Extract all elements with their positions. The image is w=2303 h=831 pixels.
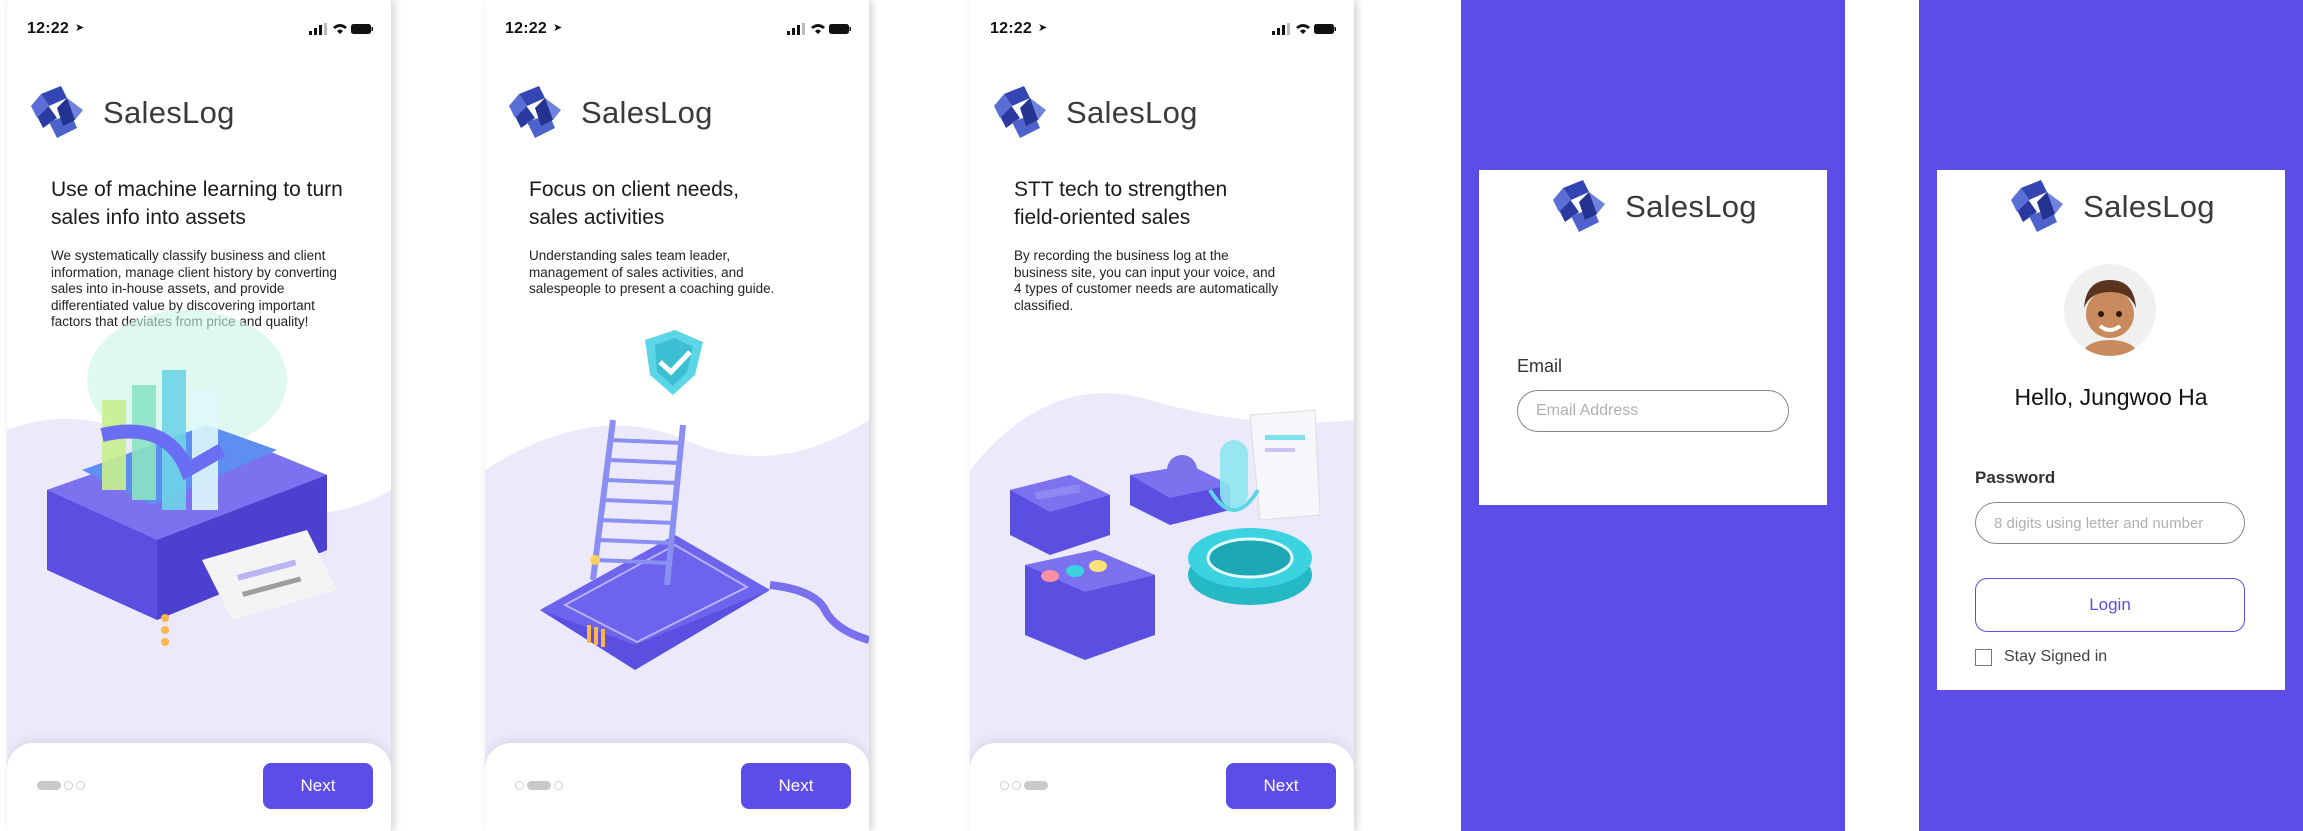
checkbox-box[interactable] xyxy=(1975,648,1992,666)
saleslog-logo-icon xyxy=(2007,178,2071,236)
page-dot xyxy=(76,781,85,790)
stay-signed-in-label: Stay Signed in xyxy=(2004,648,2108,665)
onboarding-footer: Next xyxy=(970,743,1354,831)
email-card: SalesLog Email xyxy=(1479,170,1827,505)
onboarding-screen-3: 12:22 ➤ SalesLog STT tech to strengthen … xyxy=(970,0,1354,831)
page-indicator xyxy=(515,781,563,790)
login-button[interactable]: Login xyxy=(1975,578,2245,632)
onboarding-screen-2: 12:22 ➤ SalesLog Focus on client needs, … xyxy=(485,0,869,831)
avatar xyxy=(2064,264,2156,356)
saleslog-logo-icon xyxy=(1549,178,1613,236)
email-input[interactable] xyxy=(1517,390,1789,432)
page-dot xyxy=(554,781,563,790)
memoji-avatar-icon xyxy=(2084,280,2136,356)
brand-logo: SalesLog xyxy=(1937,178,2285,236)
email-login-screen: SalesLog Email xyxy=(1461,0,1845,831)
email-label: Email xyxy=(1517,356,1563,376)
printer-chart-illustration xyxy=(47,310,337,646)
next-button[interactable]: Next xyxy=(263,763,373,809)
brand-logo: SalesLog xyxy=(1479,178,1827,236)
stay-signed-in-checkbox[interactable]: Stay Signed in xyxy=(1975,648,2107,666)
password-login-screen: SalesLog Hello, Jungwoo Ha Password Logi… xyxy=(1919,0,2303,831)
password-input[interactable] xyxy=(1975,502,2245,544)
page-dot xyxy=(1000,781,1009,790)
password-card: SalesLog Hello, Jungwoo Ha Password Logi… xyxy=(1937,170,2285,690)
page-dot-active xyxy=(37,781,61,790)
brand-name: SalesLog xyxy=(1625,189,1757,224)
onboarding-screen-1: 12:22 ➤ SalesLog Use of machine learning… xyxy=(7,0,391,831)
password-label: Password xyxy=(1975,468,2056,487)
page-dot-active xyxy=(527,781,551,790)
ladder-shield-illustration xyxy=(540,330,869,670)
page-dot xyxy=(1012,781,1021,790)
brand-name: SalesLog xyxy=(2083,189,2215,224)
page-indicator xyxy=(1000,781,1048,790)
next-button[interactable]: Next xyxy=(1226,763,1336,809)
voice-recording-illustration xyxy=(1010,409,1321,660)
page-indicator xyxy=(37,781,85,790)
onboarding-footer: Next xyxy=(485,743,869,831)
onboarding-footer: Next xyxy=(7,743,391,831)
page-dot xyxy=(515,781,524,790)
page-dot-active xyxy=(1024,781,1048,790)
greeting-text: Hello, Jungwoo Ha xyxy=(2014,384,2208,410)
next-button[interactable]: Next xyxy=(741,763,851,809)
page-dot xyxy=(64,781,73,790)
